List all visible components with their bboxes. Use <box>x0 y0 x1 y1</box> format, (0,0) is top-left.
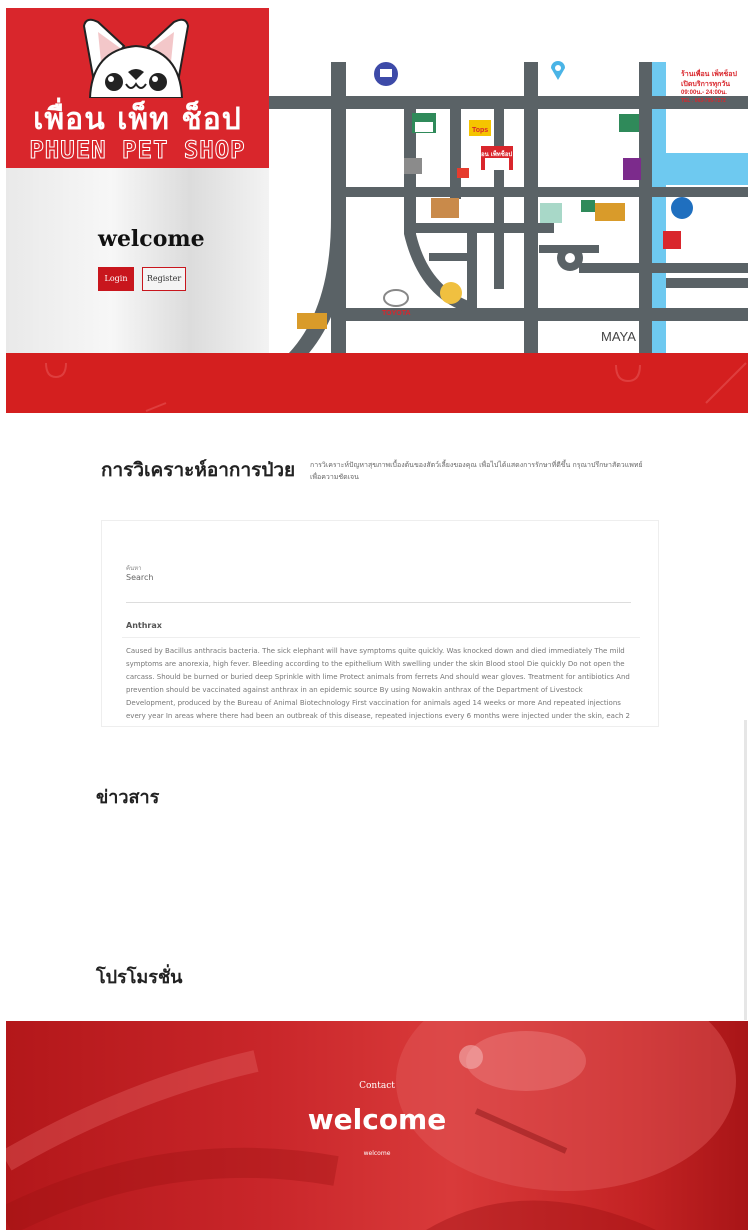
disease-description: Caused by Bacillus anthracis bacteria. T… <box>126 647 630 726</box>
contact-label: Contact <box>359 1081 395 1091</box>
map-tops-label: Tops <box>472 127 488 134</box>
map-maya-label: MAYA <box>601 329 636 344</box>
register-button[interactable]: Register <box>142 267 186 291</box>
footer-welcome-heading: welcome <box>307 1103 447 1136</box>
hero-left-panel: เพื่อน เพ็ท ช็อป PHUEN PET SHOP welcome … <box>6 8 269 353</box>
logo-english-text: PHUEN PET SHOP <box>29 136 246 165</box>
promotion-heading: โปรโมรชั่น <box>96 967 183 988</box>
page-scrollbar[interactable] <box>744 720 747 1020</box>
analysis-title: การวิเคราะห์อาการป่วย <box>101 459 296 481</box>
shop-logo[interactable]: เพื่อน เพ็ท ช็อป PHUEN PET SHOP <box>6 8 269 168</box>
search-label: Search <box>126 573 154 582</box>
disease-name[interactable]: Anthrax <box>126 621 162 630</box>
map-hours-title: เปิดบริการทุกวัน <box>681 80 730 88</box>
map-tel: TEL : 063-795-7272 <box>681 98 726 104</box>
symptom-search-panel: ค้นหา Search Anthrax Caused by Bacillus … <box>101 520 659 727</box>
hero-section: เพื่อน เพ็ท ช็อป PHUEN PET SHOP welcome … <box>6 8 748 413</box>
stethoscope-pattern-icon <box>45 362 747 412</box>
map-hours: 09:00น.- 24:00น. <box>681 89 727 96</box>
map-toyota-label: TOYOTA <box>382 310 411 317</box>
search-caption: ค้นหา <box>126 565 142 572</box>
store-location-map[interactable]: Tops เพื่อน เพ็ทช็อป TOYOTA MAYA ร้านเพื… <box>269 8 748 353</box>
hero-red-band <box>6 353 748 413</box>
map-shop-name: ร้านเพื่อน เพ็ทช็อป <box>681 68 737 78</box>
map-shop-marker: เพื่อน เพ็ทช็อป <box>475 149 512 158</box>
footer-subtext: welcome <box>363 1150 391 1157</box>
divider <box>122 637 640 638</box>
map-graphic: Tops เพื่อน เพ็ทช็อป TOYOTA MAYA ร้านเพื… <box>269 8 748 353</box>
bulldog-icon <box>82 18 190 98</box>
search-input[interactable] <box>126 585 631 603</box>
login-button[interactable]: Login <box>98 267 134 291</box>
news-heading: ข่าวสาร <box>96 787 160 808</box>
hero-welcome-heading: welcome <box>98 226 205 252</box>
contact-section: Contact welcome welcome <box>6 1021 748 1230</box>
analysis-description: การวิเคราะห์ปัญหาสุขภาพเบื้องต้นของสัตว์… <box>310 461 643 481</box>
